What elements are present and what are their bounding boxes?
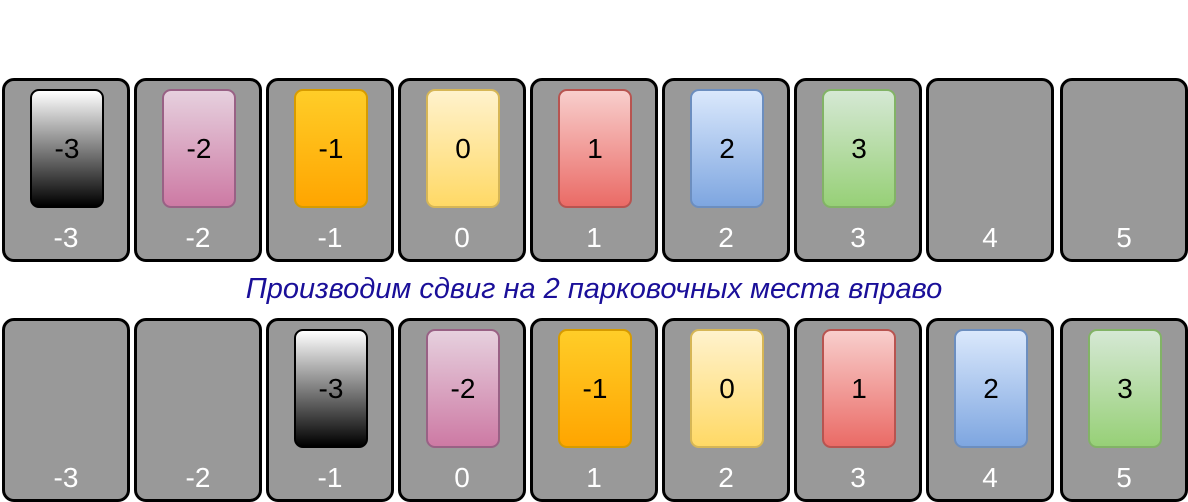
parking-slot: 22: [662, 78, 790, 262]
car: -1: [294, 89, 368, 208]
car: 3: [822, 89, 896, 208]
parking-slot: -3: [2, 318, 130, 502]
car: 0: [690, 329, 764, 448]
parking-slot: -2 0: [398, 318, 526, 502]
slot-number: 4: [982, 222, 998, 253]
slot-number: 4: [982, 462, 998, 493]
parking-row-after: -3 -2 -3 -1 -2 0 -1 1 0 2 1 3 2 4 3 5: [0, 318, 1188, 502]
parking-slot: -3 -3: [2, 78, 130, 262]
parking-slot: 4: [926, 78, 1054, 262]
parking-slot: 11: [530, 78, 658, 262]
parking-slot: -1 1: [530, 318, 658, 502]
parking-slot: 13: [794, 318, 922, 502]
parking-slot: -2 -2: [134, 78, 262, 262]
parking-slot: -1 -1: [266, 78, 394, 262]
parking-slot: 02: [662, 318, 790, 502]
slot-number: -2: [185, 462, 211, 493]
car: 2: [690, 89, 764, 208]
car: -2: [162, 89, 236, 208]
car: 1: [558, 89, 632, 208]
slot-number: -1: [317, 222, 343, 253]
parking-slot: 5: [1060, 78, 1188, 262]
car: 2: [954, 329, 1028, 448]
slot-number: 2: [718, 462, 734, 493]
slot-number: -3: [53, 462, 79, 493]
slot-number: -1: [317, 462, 343, 493]
slot-number: -2: [185, 222, 211, 253]
car: 1: [822, 329, 896, 448]
car: -1: [558, 329, 632, 448]
slot-number: -3: [53, 222, 79, 253]
parking-slot: 24: [926, 318, 1054, 502]
slot-number: 1: [586, 222, 602, 253]
slot-number: 1: [586, 462, 602, 493]
shift-caption: Производим сдвиг на 2 парковочных места …: [245, 273, 943, 305]
parking-slot: -3 -1: [266, 318, 394, 502]
parking-slot: 33: [794, 78, 922, 262]
slot-number: 0: [454, 222, 470, 253]
car: -3: [30, 89, 104, 208]
parking-slot: 35: [1060, 318, 1188, 502]
car: 3: [1088, 329, 1162, 448]
slot-number: 2: [718, 222, 734, 253]
parking-slot: -2: [134, 318, 262, 502]
car: -3: [294, 329, 368, 448]
slot-number: 5: [1116, 462, 1132, 493]
slot-number: 3: [850, 462, 866, 493]
car: 0: [426, 89, 500, 208]
slot-number: 0: [454, 462, 470, 493]
parking-slot: 00: [398, 78, 526, 262]
parking-row-before: -3 -3 -2 -2 -1 -1 0 0 1 1 2 2 3 3 4 5: [0, 78, 1188, 262]
slot-number: 3: [850, 222, 866, 253]
car: -2: [426, 329, 500, 448]
slot-number: 5: [1116, 222, 1132, 253]
